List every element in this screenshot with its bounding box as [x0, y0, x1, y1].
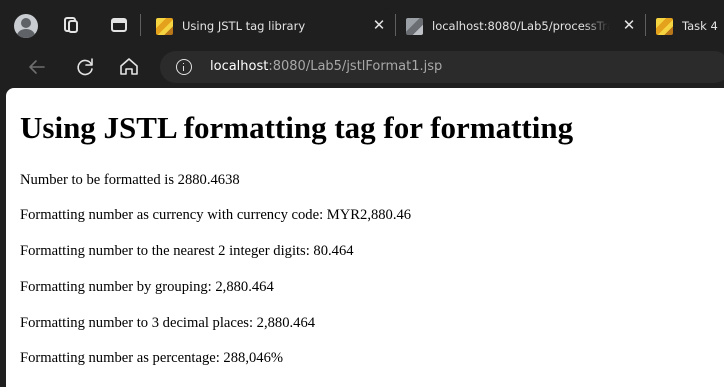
url-text[interactable]: localhost:8080/Lab5/jstlFormat1.jsp	[210, 59, 442, 74]
home-icon[interactable]	[116, 54, 142, 80]
tab-separator	[140, 14, 141, 36]
url-path: :8080/Lab5/jstlFormat1.jsp	[268, 59, 443, 74]
collections-icon[interactable]	[60, 14, 82, 36]
tab-separator	[395, 14, 396, 36]
tab-using-jstl[interactable]: Using JSTL tag library ✕	[148, 8, 392, 47]
result-line-number: Number to be formatted is 2880.4638	[20, 172, 240, 188]
close-icon[interactable]: ✕	[370, 17, 388, 35]
page-viewport: Using JSTL formatting tag for formatting…	[6, 88, 724, 387]
tab-process-trainee[interactable]: localhost:8080/Lab5/processTrainee ✕	[398, 8, 642, 47]
address-bar[interactable]: localhost:8080/Lab5/jstlFormat1.jsp	[160, 51, 724, 83]
tab-title: Using JSTL tag library	[182, 19, 306, 33]
result-line-percentage: Formatting number as percentage: 288,046…	[20, 350, 284, 366]
result-line-decimal-places: Formatting number to 3 decimal places: 2…	[20, 315, 316, 331]
result-line-currency: Formatting number as currency with curre…	[20, 207, 412, 223]
info-icon[interactable]	[176, 59, 192, 75]
result-line-integer-digits: Formatting number to the nearest 2 integ…	[20, 243, 354, 259]
tab-separator	[645, 14, 646, 36]
result-line-grouping: Formatting number by grouping: 2,880.464	[20, 279, 274, 295]
close-icon[interactable]: ✕	[620, 17, 638, 35]
tab-title: localhost:8080/Lab5/processTrainee	[432, 19, 610, 33]
tab-favicon-icon	[656, 18, 673, 35]
page-heading: Using JSTL formatting tag for formatting	[20, 110, 574, 145]
tab-title: Task 4	[682, 19, 718, 33]
tab-actions-icon[interactable]	[108, 14, 130, 36]
profile-icon[interactable]	[14, 14, 38, 38]
back-icon[interactable]	[24, 54, 50, 80]
tab-favicon-icon	[406, 18, 423, 35]
url-host: localhost	[210, 59, 269, 74]
tab-strip: Using JSTL tag library ✕ localhost:8080/…	[0, 0, 724, 47]
browser-toolbar: localhost:8080/Lab5/jstlFormat1.jsp	[0, 47, 724, 87]
tab-favicon-icon	[156, 18, 173, 35]
reload-icon[interactable]	[72, 54, 98, 80]
tab-task-4[interactable]: Task 4	[648, 8, 724, 47]
